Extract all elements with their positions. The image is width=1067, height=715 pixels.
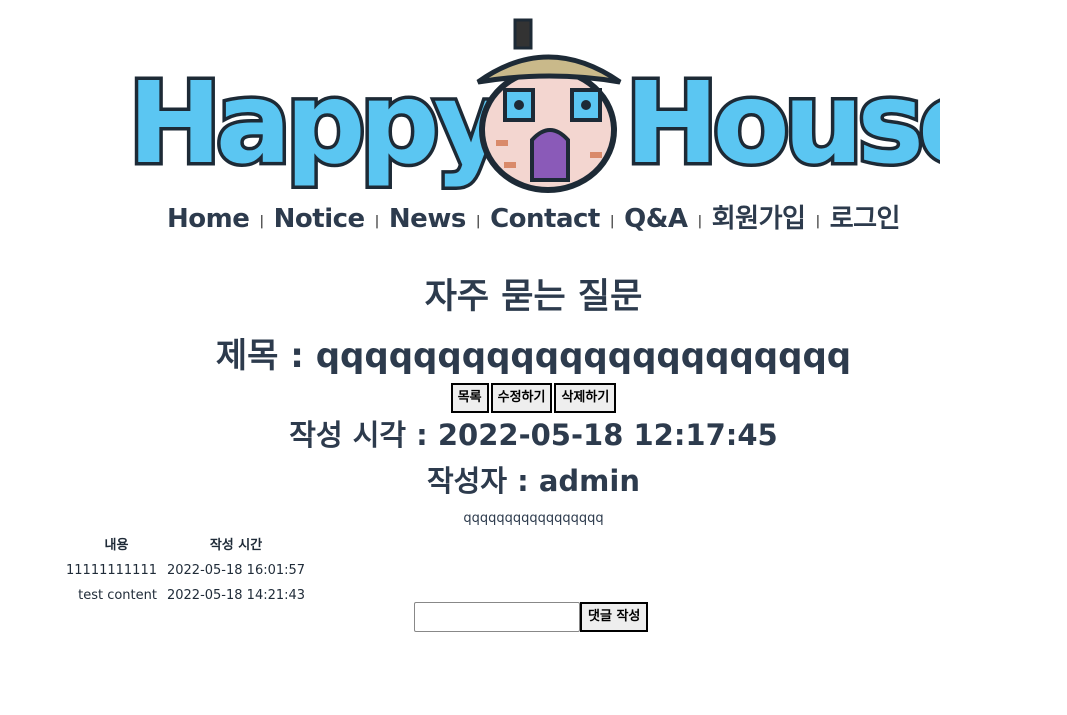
nav-signup[interactable]: 회원가입 xyxy=(712,204,806,234)
table-row: test content 2022-05-18 14:21:43 xyxy=(66,584,305,609)
edit-button[interactable]: 수정하기 xyxy=(490,383,553,413)
nav-separator: | xyxy=(697,214,703,229)
logo-text-left: Happy xyxy=(125,56,515,193)
author-label: 작성자 : xyxy=(427,464,539,498)
nav-home[interactable]: Home xyxy=(167,204,250,234)
happyhouse-logo[interactable]: Happy House xyxy=(120,12,940,197)
nav-contact[interactable]: Contact xyxy=(490,204,600,234)
list-button[interactable]: 목록 xyxy=(450,383,489,413)
post-action-buttons: 목록 수정하기 삭제하기 xyxy=(0,383,1067,413)
nav-separator: | xyxy=(609,214,615,229)
nav-news[interactable]: News xyxy=(389,204,466,234)
post-author: 작성자 : admin xyxy=(0,458,1067,500)
comments-header-row: 내용 작성 시간 xyxy=(66,532,305,559)
comment-content: test content xyxy=(78,588,157,603)
author-value: admin xyxy=(538,464,640,498)
delete-button[interactable]: 삭제하기 xyxy=(554,383,617,413)
svg-text:Happy: Happy xyxy=(128,59,505,189)
comment-time: 2022-05-18 16:01:57 xyxy=(166,563,306,578)
post-created-time: 작성 시각 : 2022-05-18 12:17:45 xyxy=(0,412,1067,454)
nav-notice[interactable]: Notice xyxy=(274,204,366,234)
nav-qna[interactable]: Q&A xyxy=(624,204,688,234)
nav-separator: | xyxy=(815,214,820,229)
post-title-label: 제목 : xyxy=(215,336,316,376)
comment-form: 댓글 작성 xyxy=(414,602,649,632)
page-title: 자주 묻는 질문 xyxy=(424,277,643,317)
nav-login[interactable]: 로그인 xyxy=(830,204,901,234)
comment-content-header: 내용 xyxy=(104,538,129,553)
comment-content: 11111111111 xyxy=(66,563,157,578)
nav-separator: | xyxy=(475,214,481,229)
comment-time-header: 작성 시간 xyxy=(209,538,263,553)
table-row: 11111111111 2022-05-18 16:01:57 xyxy=(66,559,305,584)
comment-time: 2022-05-18 14:21:43 xyxy=(166,588,306,603)
comment-submit-button[interactable]: 댓글 작성 xyxy=(580,602,649,632)
logo-text-right: House xyxy=(622,56,941,193)
post-content: qqqqqqqqqqqqqqqqq xyxy=(463,511,604,526)
main-nav: Home | Notice | News | Contact | Q&A | 회원가입 | 로그인 xyxy=(0,198,1067,235)
house-mascot-icon xyxy=(476,18,622,193)
nav-separator: | xyxy=(259,214,264,229)
post-title: 제목 : qqqqqqqqqqqqqqqqqqqqqq xyxy=(0,328,1067,377)
comment-input[interactable] xyxy=(414,602,580,632)
created-label: 작성 시각 : xyxy=(289,418,438,452)
post-title-value: qqqqqqqqqqqqqqqqqqqqqq xyxy=(315,336,852,376)
svg-text:House: House xyxy=(625,59,940,189)
created-value: 2022-05-18 12:17:45 xyxy=(437,418,778,452)
comments-table: 내용 작성 시간 11111111111 2022-05-18 16:01:57… xyxy=(66,532,305,609)
nav-separator: | xyxy=(374,214,380,229)
